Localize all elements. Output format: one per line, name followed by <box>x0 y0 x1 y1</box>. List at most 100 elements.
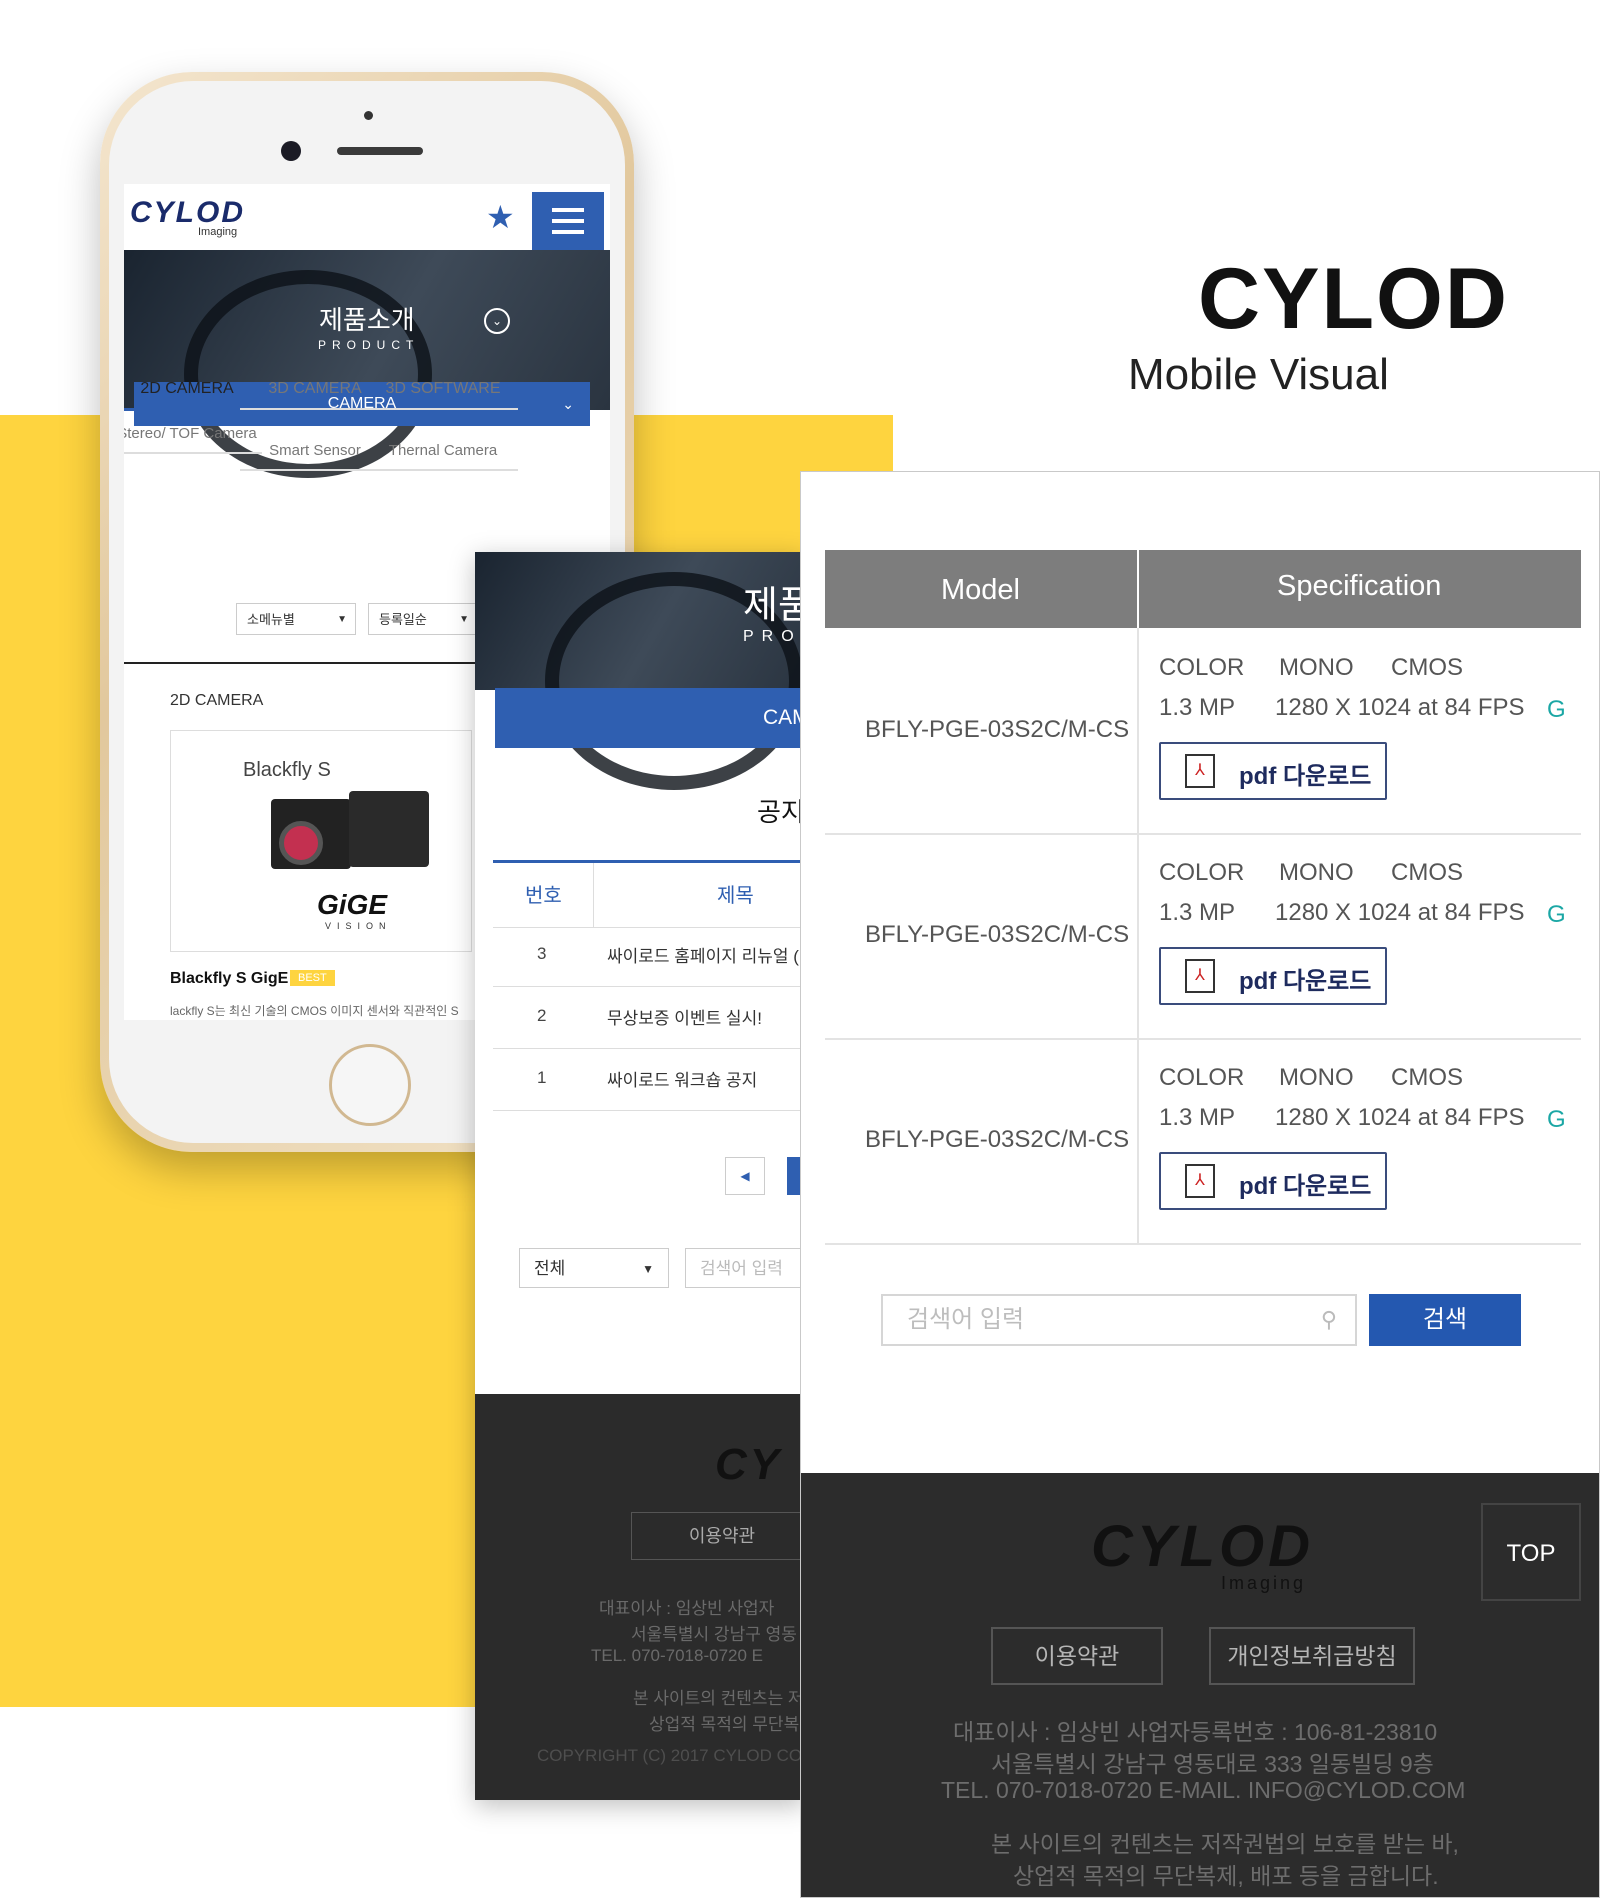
table-row[interactable]: 2 무상보증 이벤트 실시! <box>493 986 805 1049</box>
brand-subtitle: Mobile Visual <box>1128 350 1389 399</box>
spec-megapixel: 1.3 MP <box>1159 1104 1236 1131</box>
footer-info-line: 상업적 목적의 무단복제, 배포 등을 금합니다. <box>1013 1863 1439 1889</box>
table-row: BFLY-PGE-03S2C/M-CS COLOR MONO CMOS 1.3 … <box>825 1038 1581 1245</box>
sensor-dot <box>364 111 373 120</box>
front-camera <box>281 141 301 161</box>
best-badge: BEST <box>290 970 335 986</box>
spec-interface: G <box>1547 901 1566 928</box>
spec-megapixel: 1.3 MP <box>1159 694 1236 721</box>
product-brand-logo: Blackfly S <box>243 759 331 781</box>
hero-title: 제품소개 <box>319 305 415 335</box>
spec-color: COLOR <box>1159 1064 1245 1091</box>
tab-thermal-camera[interactable]: Thernal Camera <box>368 442 518 471</box>
search-button[interactable]: 검색 <box>1369 1294 1521 1346</box>
chevron-down-circle-icon[interactable]: ⌄ <box>484 308 510 334</box>
footer-logo: CY <box>715 1440 783 1489</box>
divider <box>1137 628 1139 833</box>
product-description: lackfly S는 최신 기술의 CMOS 이미지 센서와 직관적인 S <box>170 1004 459 1018</box>
terms-button[interactable]: 이용약관 <box>991 1627 1163 1685</box>
footer-info-line: 상업적 목적의 무단복 <box>649 1715 800 1734</box>
footer-info-line: 본 사이트의 컨텐츠는 저 <box>633 1689 804 1708</box>
category-select[interactable]: 소메뉴별 ▼ <box>236 603 356 635</box>
footer-info-line: 대표이사 : 임상빈 사업자 <box>599 1599 775 1618</box>
spec-panel: Model Specification BFLY-PGE-03S2C/M-CS … <box>800 471 1600 1898</box>
row-title[interactable]: 싸이로드 홈페이지 리뉴얼 ( <box>607 942 799 967</box>
sort-select-value: 등록일순 <box>379 612 427 627</box>
table-row: BFLY-PGE-03S2C/M-CS COLOR MONO CMOS 1.3 … <box>825 628 1581 835</box>
notice-hero-title: 제품 <box>743 585 805 627</box>
divider <box>1137 550 1139 628</box>
col-number: 번호 <box>525 885 562 907</box>
divider <box>593 863 594 927</box>
footer-info-line: 본 사이트의 컨텐츠는 저작권법의 보호를 받는 바, <box>991 1831 1459 1857</box>
logo-sub: Imaging <box>198 226 238 238</box>
tab-3d-software[interactable]: 3D SOFTWARE <box>368 380 518 410</box>
menu-line-icon <box>552 208 584 212</box>
notice-title: 공지 <box>757 797 805 827</box>
pdf-download-label: pdf 다운로드 <box>1239 763 1372 790</box>
row-title[interactable]: 싸이로드 워크숍 공지 <box>607 1066 757 1091</box>
search-placeholder: 검색어 입력 <box>907 1306 1025 1333</box>
menu-line-icon <box>552 219 584 223</box>
pdf-download-button[interactable]: ⅄ pdf 다운로드 <box>1159 1152 1387 1210</box>
spec-resolution: 1280 X 1024 at 84 FPS <box>1275 694 1525 721</box>
notice-hero: 제품 PRO <box>475 552 805 790</box>
spec-resolution: 1280 X 1024 at 84 FPS <box>1275 899 1525 926</box>
hamburger-menu-button[interactable] <box>532 192 604 250</box>
speaker-grill <box>337 147 423 155</box>
privacy-policy-button[interactable]: 개인정보취급방침 <box>1209 1627 1415 1685</box>
camera-image <box>271 799 351 869</box>
search-type-select[interactable]: 전체 ▼ <box>519 1248 669 1288</box>
top-button[interactable]: TOP <box>1481 1503 1581 1601</box>
col-specification: Specification <box>1277 570 1442 602</box>
footer-info-line: 서울특별시 강남구 영동 <box>631 1625 797 1644</box>
product-title[interactable]: Blackfly S GigE <box>170 970 288 988</box>
pdf-icon: ⅄ <box>1185 754 1215 788</box>
spec-mono: MONO <box>1279 859 1354 886</box>
terms-button[interactable]: 이용약관 <box>631 1512 805 1560</box>
logo[interactable]: CYLOD <box>130 196 245 230</box>
spec-sensor: CMOS <box>1391 1064 1463 1091</box>
gige-logo-sub: VISION <box>325 921 392 931</box>
pdf-download-button[interactable]: ⅄ pdf 다운로드 <box>1159 742 1387 800</box>
row-title[interactable]: 무상보증 이벤트 실시! <box>607 1004 762 1029</box>
lens-icon <box>279 821 323 865</box>
notice-hero-subtitle: PRO <box>743 628 802 645</box>
caret-down-icon: ▼ <box>642 1262 654 1276</box>
notice-search-input[interactable]: 검색어 입력 <box>685 1248 805 1288</box>
notice-table-header: 번호 제목 <box>493 860 805 928</box>
product-card[interactable]: Blackfly S GiGE VISION <box>170 730 472 952</box>
spec-mono: MONO <box>1279 1064 1354 1091</box>
spec-resolution: 1280 X 1024 at 84 FPS <box>1275 1104 1525 1131</box>
notice-category-bar[interactable]: CAM <box>495 688 805 748</box>
divider <box>1137 833 1139 1038</box>
search-icon[interactable]: ⚲ <box>1321 1296 1337 1344</box>
footer-info-line: TEL. 070-7018-0720 E <box>591 1646 764 1665</box>
spec-color: COLOR <box>1159 654 1245 681</box>
caret-down-icon: ▼ <box>337 614 347 625</box>
sort-select[interactable]: 등록일순 ▼ <box>368 603 478 635</box>
pdf-download-button[interactable]: ⅄ pdf 다운로드 <box>1159 947 1387 1005</box>
footer-info-line: 대표이사 : 임상빈 사업자등록번호 : 106-81-23810 <box>953 1719 1438 1745</box>
spec-table-header: Model Specification <box>825 550 1581 628</box>
col-model: Model <box>941 574 1020 606</box>
table-row[interactable]: 3 싸이로드 홈페이지 리뉴얼 ( <box>493 924 805 987</box>
chevron-down-icon: ⌄ <box>562 396 574 412</box>
row-number: 3 <box>537 944 547 963</box>
prev-page-button[interactable]: ◀ <box>725 1157 765 1195</box>
star-icon[interactable]: ★ <box>486 198 515 236</box>
row-number: 2 <box>537 1006 547 1025</box>
pdf-download-label: pdf 다운로드 <box>1239 968 1372 995</box>
search-input[interactable]: 검색어 입력 ⚲ <box>881 1294 1357 1346</box>
caret-down-icon: ▼ <box>459 614 469 625</box>
footer-logo-sub: Imaging <box>1221 1573 1307 1593</box>
footer-info-line: TEL. 070-7018-0720 E-MAIL. INFO@CYLOD.CO… <box>941 1777 1466 1803</box>
menu-line-icon <box>552 230 584 234</box>
notice-category-label: CAM <box>763 706 805 729</box>
spec-interface: G <box>1547 696 1566 723</box>
table-row[interactable]: 1 싸이로드 워크숍 공지 <box>493 1048 805 1111</box>
table-row: BFLY-PGE-03S2C/M-CS COLOR MONO CMOS 1.3 … <box>825 833 1581 1040</box>
spec-megapixel: 1.3 MP <box>1159 899 1236 926</box>
spec-color: COLOR <box>1159 859 1245 886</box>
home-button[interactable] <box>329 1044 411 1126</box>
